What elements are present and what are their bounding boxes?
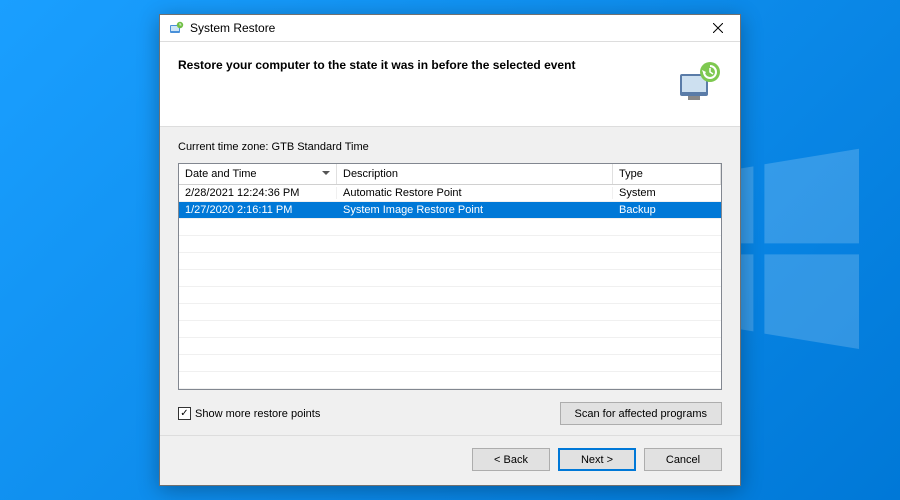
empty-row <box>179 372 721 389</box>
empty-row <box>179 304 721 321</box>
wizard-content: Current time zone: GTB Standard Time Dat… <box>160 127 740 435</box>
sort-descending-icon <box>322 171 330 175</box>
empty-row <box>179 287 721 304</box>
cell-date: 2/28/2021 12:24:36 PM <box>179 187 337 199</box>
checkbox-icon: ✓ <box>178 407 191 420</box>
empty-row <box>179 236 721 253</box>
system-restore-icon <box>168 20 184 36</box>
cell-description: Automatic Restore Point <box>337 187 613 199</box>
column-header-date-label: Date and Time <box>185 168 257 180</box>
scan-affected-button[interactable]: Scan for affected programs <box>560 402 722 425</box>
column-header-description[interactable]: Description <box>337 164 613 184</box>
empty-row <box>179 321 721 338</box>
grid-footer-row: ✓ Show more restore points Scan for affe… <box>178 402 722 425</box>
show-more-label: Show more restore points <box>195 408 320 420</box>
restore-points-grid: Date and Time Description Type 2/28/2021… <box>178 163 722 390</box>
empty-row <box>179 338 721 355</box>
empty-row <box>179 270 721 287</box>
empty-row <box>179 219 721 236</box>
window-title: System Restore <box>190 21 698 35</box>
next-button[interactable]: Next > <box>558 448 636 471</box>
cell-description: System Image Restore Point <box>337 204 613 216</box>
wizard-heading: Restore your computer to the state it wa… <box>178 58 664 72</box>
column-header-type[interactable]: Type <box>613 164 721 184</box>
cell-date: 1/27/2020 2:16:11 PM <box>179 204 337 216</box>
grid-body: 2/28/2021 12:24:36 PMAutomatic Restore P… <box>179 185 721 389</box>
cell-type: System <box>613 187 721 199</box>
empty-row <box>179 253 721 270</box>
empty-row <box>179 355 721 372</box>
restore-header-icon <box>674 58 722 106</box>
timezone-label: Current time zone: GTB Standard Time <box>178 141 722 153</box>
back-button[interactable]: < Back <box>472 448 550 471</box>
column-header-date[interactable]: Date and Time <box>179 164 337 184</box>
table-row[interactable]: 2/28/2021 12:24:36 PMAutomatic Restore P… <box>179 185 721 202</box>
close-icon <box>713 23 723 33</box>
system-restore-window: System Restore Restore your computer to … <box>159 14 741 486</box>
wizard-footer: < Back Next > Cancel <box>160 435 740 485</box>
grid-header: Date and Time Description Type <box>179 164 721 185</box>
titlebar: System Restore <box>160 15 740 42</box>
wizard-header: Restore your computer to the state it wa… <box>160 42 740 127</box>
table-row[interactable]: 1/27/2020 2:16:11 PMSystem Image Restore… <box>179 202 721 219</box>
show-more-checkbox[interactable]: ✓ Show more restore points <box>178 407 320 420</box>
close-button[interactable] <box>698 15 738 41</box>
cell-type: Backup <box>613 204 721 216</box>
cancel-button[interactable]: Cancel <box>644 448 722 471</box>
